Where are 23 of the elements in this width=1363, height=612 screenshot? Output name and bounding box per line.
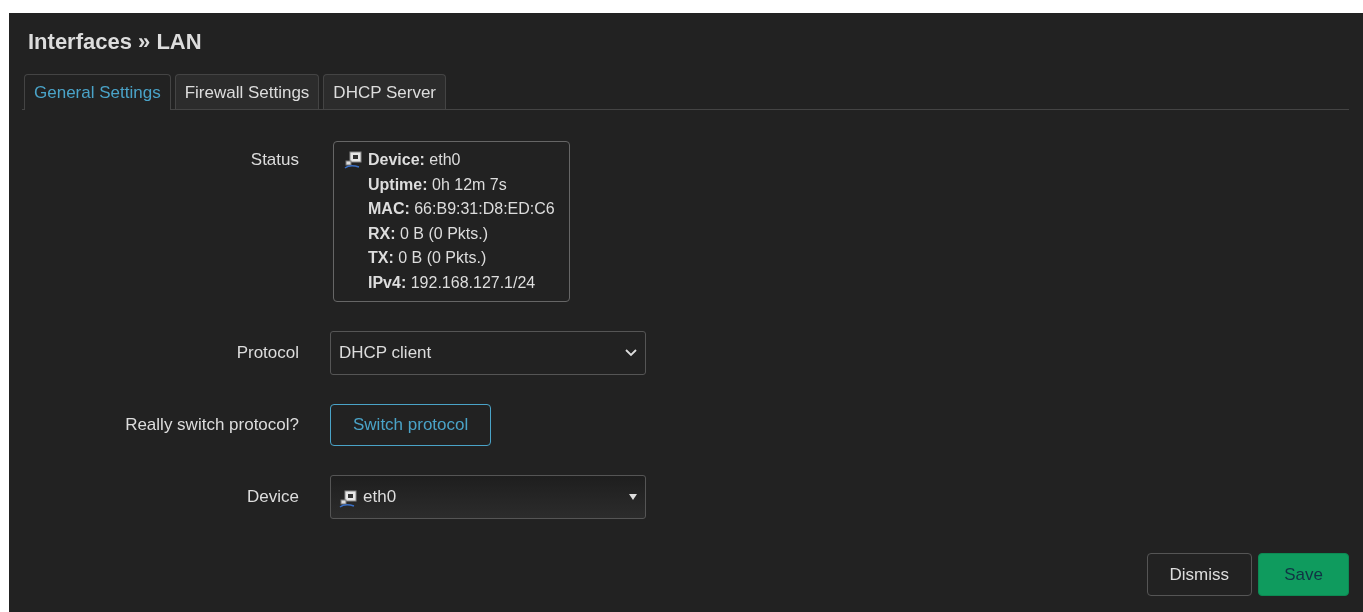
tab[interactable]: Firewall Settings: [174, 74, 320, 109]
field-label: Status: [249, 149, 299, 170]
dismiss-button[interactable]: Dismiss: [1146, 553, 1252, 596]
tab[interactable]: General Settings: [24, 74, 171, 110]
page-title: Interfaces » LAN: [28, 28, 203, 56]
save-button[interactable]: Save: [1258, 553, 1349, 596]
status-line: MAC: 66:B9:31:D8:ED:C6: [368, 199, 555, 219]
switch-protocol-button[interactable]: Switch protocol: [330, 404, 492, 446]
field-label: Protocol: [235, 343, 299, 363]
status-line: Device: eth0: [368, 150, 462, 170]
status-line: IPv4: 192.168.127.1/24: [368, 272, 537, 293]
status-line: Uptime: 0h 12m 7s: [368, 174, 508, 195]
field-label: Really switch protocol?: [124, 415, 299, 435]
network-port-icon: [339, 489, 357, 508]
tab[interactable]: DHCP Server: [323, 74, 446, 109]
device-select[interactable]: eth0: [330, 475, 646, 519]
network-port-icon: [344, 151, 362, 169]
protocol-select[interactable]: DHCP client: [330, 331, 646, 375]
chevron-down-icon: [625, 349, 637, 357]
status-line: TX: 0 B (0 Pkts.): [368, 248, 488, 268]
status-line: RX: 0 B (0 Pkts.): [368, 223, 490, 244]
field-label: Device: [246, 487, 299, 507]
dropdown-triangle-icon: [629, 494, 637, 500]
